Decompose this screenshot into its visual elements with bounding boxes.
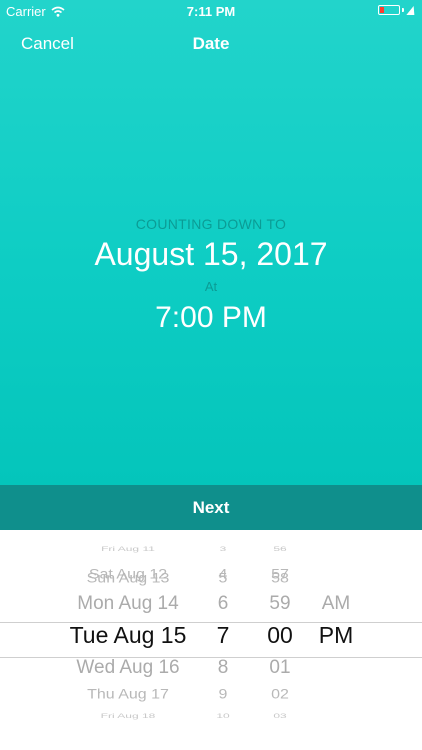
minute-option[interactable]: 59	[250, 593, 310, 615]
minute-option[interactable]: 03	[250, 712, 310, 720]
date-option[interactable]: Wed Aug 16	[40, 657, 216, 679]
status-time: 7:11 PM	[186, 4, 236, 19]
date-picker-screen: Carrier 7:11 PM Cancel Date COUNTING DOW…	[0, 0, 422, 750]
hour-option-selected[interactable]: 7	[198, 622, 248, 649]
hour-option[interactable]: 6	[198, 593, 248, 615]
minute-option[interactable]: 02	[250, 687, 310, 702]
hour-option[interactable]: 5	[198, 571, 248, 586]
hour-option[interactable]: 9	[198, 687, 248, 702]
charging-bolt-icon	[406, 5, 418, 15]
date-wheel[interactable]: Fri Aug 11 Sat Aug 12 Sun Aug 13 Mon Aug…	[40, 530, 216, 750]
target-time: 7:00 PM	[155, 301, 267, 334]
minute-option-selected[interactable]: 00	[250, 622, 310, 649]
ampm-wheel[interactable]: AM PM	[305, 530, 367, 750]
date-option[interactable]: Fri Aug 11	[40, 545, 216, 553]
next-button[interactable]: Next	[0, 485, 422, 530]
ampm-option[interactable]: AM	[305, 593, 367, 615]
minute-option[interactable]: 01	[250, 657, 310, 679]
page-title: Date	[192, 34, 230, 53]
countdown-header: Carrier 7:11 PM Cancel Date COUNTING DOW…	[0, 0, 422, 485]
hour-option[interactable]: 10	[198, 712, 248, 720]
ampm-option-selected[interactable]: PM	[305, 622, 367, 649]
date-option[interactable]: Mon Aug 14	[40, 593, 216, 615]
date-option-selected[interactable]: Tue Aug 15	[40, 622, 216, 649]
navigation-bar: Cancel Date	[0, 28, 422, 58]
date-option[interactable]: Thu Aug 17	[40, 687, 216, 702]
date-time-picker[interactable]: Fri Aug 11 Sat Aug 12 Sun Aug 13 Mon Aug…	[0, 530, 422, 750]
at-label: At	[204, 279, 218, 294]
minute-option[interactable]: 58	[250, 571, 310, 586]
hour-option[interactable]: 3	[198, 545, 248, 553]
date-option[interactable]: Sun Aug 13	[40, 571, 216, 586]
target-date: August 15, 2017	[94, 236, 328, 272]
counting-down-label: COUNTING DOWN TO	[135, 216, 287, 232]
minute-option[interactable]: 56	[250, 545, 310, 553]
battery-low-icon	[378, 5, 418, 15]
status-bar: Carrier 7:11 PM	[0, 0, 422, 22]
date-option[interactable]: Fri Aug 18	[40, 712, 216, 720]
hour-option[interactable]: 8	[198, 657, 248, 679]
minute-wheel[interactable]: 56 57 58 59 00 01 02 03	[250, 530, 310, 750]
hour-wheel[interactable]: 3 4 5 6 7 8 9 10	[198, 530, 248, 750]
